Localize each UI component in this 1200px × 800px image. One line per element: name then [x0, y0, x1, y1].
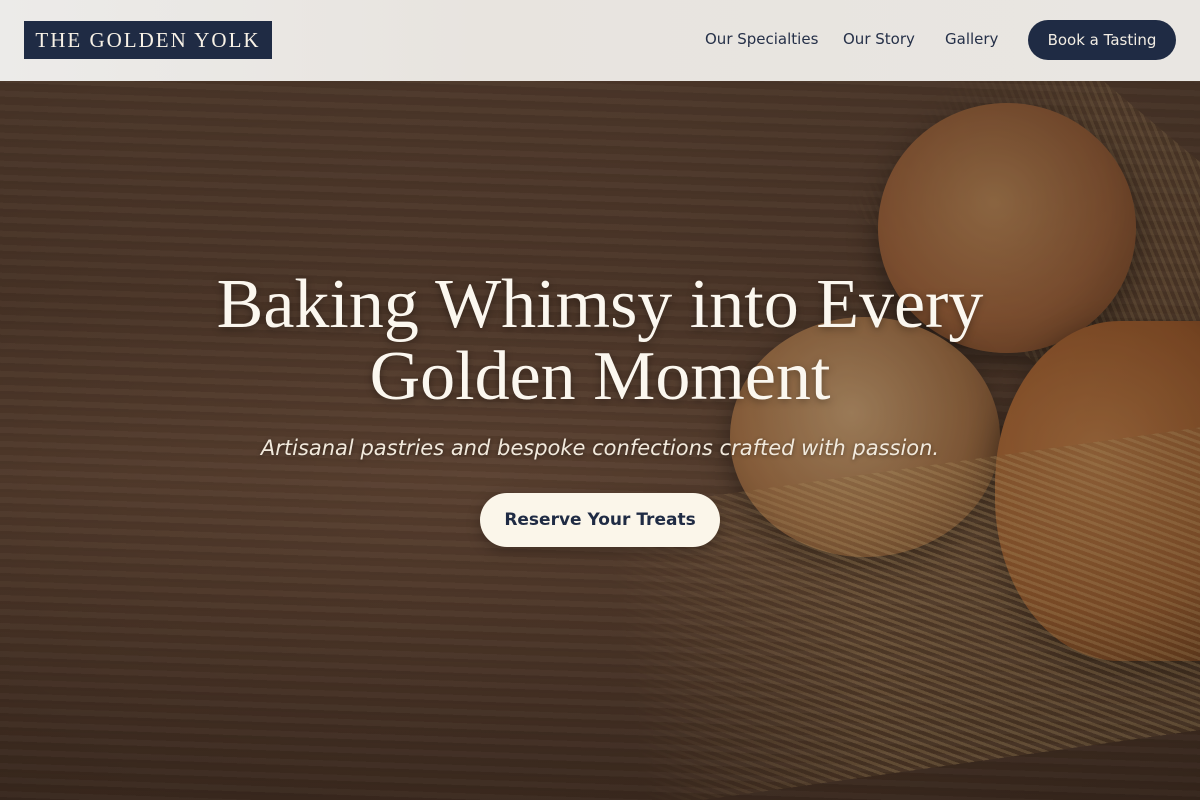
book-tasting-button[interactable]: Book a Tasting: [1028, 20, 1176, 60]
main-nav: Our Specialties Our Story Gallery Book a…: [0, 0, 1200, 81]
wheat-stalks-image: [602, 413, 1200, 800]
nav-link-our-story[interactable]: Our Story: [843, 30, 915, 48]
hero-section: Baking Whimsy into Every Golden Moment A…: [0, 81, 1200, 800]
bread-loaf-image: [995, 321, 1200, 661]
hero-subtitle: Artisanal pastries and bespoke confectio…: [260, 436, 940, 460]
reserve-treats-button[interactable]: Reserve Your Treats: [480, 493, 720, 547]
hero-title: Baking Whimsy into Every Golden Moment: [216, 266, 984, 415]
site-header: THE GOLDEN YOLK Our Specialties Our Stor…: [0, 0, 1200, 81]
nav-link-our-specialties[interactable]: Our Specialties: [705, 30, 818, 48]
nav-link-gallery[interactable]: Gallery: [945, 30, 998, 48]
